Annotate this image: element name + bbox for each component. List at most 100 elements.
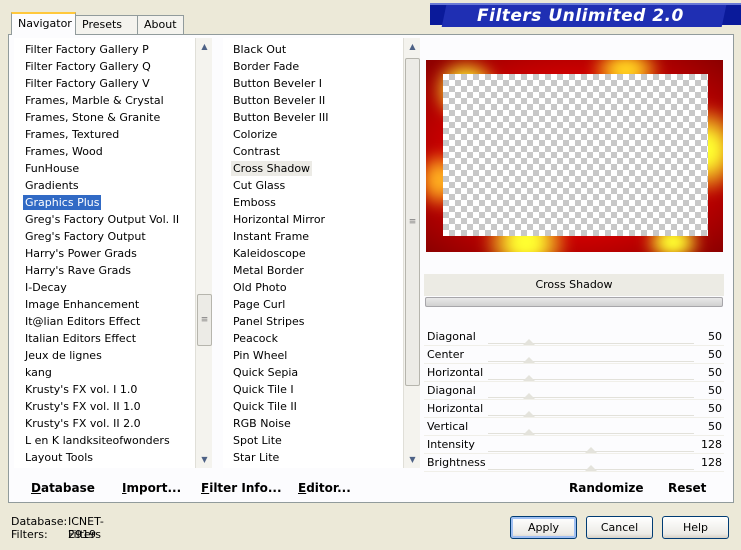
slider-track[interactable] — [488, 379, 694, 380]
apply-button[interactable]: Apply — [510, 516, 577, 539]
slider-knob[interactable] — [523, 375, 536, 381]
list-item[interactable]: Metal Border — [223, 262, 403, 279]
list-item[interactable]: Harry's Rave Grads — [14, 262, 194, 279]
scroll-up-icon[interactable]: ▲ — [197, 38, 212, 55]
list-item-label: Page Curl — [233, 298, 286, 311]
list-item[interactable]: Frames, Stone & Granite — [14, 109, 194, 126]
list-item[interactable]: Italian Editors Effect — [14, 330, 194, 347]
list-item[interactable]: Layout Tools — [14, 449, 194, 466]
slider-knob[interactable] — [523, 411, 536, 417]
list-item[interactable]: Button Beveler III — [223, 109, 403, 126]
filter-info-button[interactable]: Filter Info... — [201, 481, 282, 495]
list-item[interactable]: Greg's Factory Output — [14, 228, 194, 245]
help-button[interactable]: Help — [662, 516, 729, 539]
list-item[interactable]: Contrast — [223, 143, 403, 160]
list-item[interactable]: Black Out — [223, 41, 403, 58]
scroll-thumb[interactable]: ≡ — [405, 58, 420, 386]
filter-list[interactable]: Black Out Border Fade Button Beveler I Butt… — [223, 38, 420, 468]
slider-knob[interactable] — [585, 465, 597, 471]
list-item[interactable]: Button Beveler II — [223, 92, 403, 109]
reset-button[interactable]: Reset — [668, 481, 706, 495]
list-item[interactable]: Frames, Textured — [14, 126, 194, 143]
parameter-slider[interactable]: Diagonal 50 — [424, 382, 724, 400]
list-item[interactable]: Krusty's FX vol. I 1.0 — [14, 381, 194, 398]
list-item[interactable]: Star Lite — [223, 449, 403, 466]
list-item[interactable]: RGB Noise — [223, 415, 403, 432]
scroll-down-icon[interactable]: ▼ — [405, 451, 420, 468]
list-item[interactable]: Border Fade — [223, 58, 403, 75]
list-item[interactable]: Gradients — [14, 177, 194, 194]
slider-knob[interactable] — [585, 447, 597, 453]
category-list[interactable]: Filter Factory Gallery P Filter Factory G… — [14, 38, 212, 468]
slider-knob[interactable] — [523, 357, 536, 363]
tab-presets[interactable]: Presets — [75, 15, 138, 34]
scroll-up-icon[interactable]: ▲ — [405, 38, 420, 55]
list-item[interactable]: Filter Factory Gallery P — [14, 41, 194, 58]
cancel-button[interactable]: Cancel — [586, 516, 653, 539]
list-item[interactable]: Quick Sepia — [223, 364, 403, 381]
list-item-label: Metal Border — [233, 264, 304, 277]
slider-track[interactable] — [488, 415, 694, 416]
list-item[interactable]: Old Photo — [223, 279, 403, 296]
slider-track[interactable] — [488, 361, 694, 362]
list-item[interactable]: Horizontal Mirror — [223, 211, 403, 228]
list-item[interactable]: Frames, Wood — [14, 143, 194, 160]
list-item[interactable]: Frames, Marble & Crystal — [14, 92, 194, 109]
list-item[interactable]: Krusty's FX vol. II 2.0 — [14, 415, 194, 432]
list-item[interactable]: Button Beveler I — [223, 75, 403, 92]
list-item[interactable]: FunHouse — [14, 160, 194, 177]
category-scrollbar[interactable]: ▲ ≡ ▼ — [195, 38, 212, 468]
slider-track[interactable] — [488, 343, 694, 344]
list-item[interactable]: It@lian Editors Effect — [14, 313, 194, 330]
list-item[interactable]: Quick Tile I — [223, 381, 403, 398]
list-item[interactable]: Filter Factory Gallery Q — [14, 58, 194, 75]
import-button[interactable]: Import... — [122, 481, 181, 495]
list-item[interactable]: Cut Glass — [223, 177, 403, 194]
list-item[interactable]: Kaleidoscope — [223, 245, 403, 262]
list-item[interactable]: Harry's Power Grads — [14, 245, 194, 262]
randomize-button[interactable]: Randomize — [569, 481, 643, 495]
database-button[interactable]: Database — [31, 481, 95, 495]
parameter-slider[interactable]: Center 50 — [424, 346, 724, 364]
filter-scrollbar[interactable]: ▲ ≡ ▼ — [403, 38, 420, 468]
slider-track[interactable] — [488, 397, 694, 398]
list-item[interactable]: Page Curl — [223, 296, 403, 313]
parameter-value: 128 — [701, 438, 722, 451]
parameter-slider[interactable]: Horizontal 50 — [424, 400, 724, 418]
list-item[interactable]: Graphics Plus — [14, 194, 194, 211]
list-item-label: Panel Stripes — [233, 315, 305, 328]
scroll-down-icon[interactable]: ▼ — [197, 451, 212, 468]
scroll-thumb[interactable]: ≡ — [197, 294, 212, 346]
slider-knob[interactable] — [523, 429, 536, 435]
list-item[interactable]: Emboss — [223, 194, 403, 211]
tab-navigator[interactable]: Navigator — [11, 12, 76, 35]
parameter-slider[interactable]: Brightness 128 — [424, 454, 724, 472]
list-item[interactable]: Krusty's FX vol. II 1.0 — [14, 398, 194, 415]
slider-track[interactable] — [488, 433, 694, 434]
parameter-slider[interactable]: Vertical 50 — [424, 418, 724, 436]
list-item-label: Button Beveler I — [233, 77, 323, 90]
list-item[interactable]: I-Decay — [14, 279, 194, 296]
list-item[interactable]: Quick Tile II — [223, 398, 403, 415]
parameter-slider[interactable]: Horizontal 50 — [424, 364, 724, 382]
parameter-slider[interactable]: Diagonal 50 — [424, 328, 724, 346]
list-item-label: Graphics Plus — [23, 195, 102, 210]
list-item[interactable]: kang — [14, 364, 194, 381]
list-item[interactable]: Spot Lite — [223, 432, 403, 449]
list-item[interactable]: Peacock — [223, 330, 403, 347]
slider-knob[interactable] — [523, 339, 536, 345]
list-item[interactable]: Image Enhancement — [14, 296, 194, 313]
list-item[interactable]: Panel Stripes — [223, 313, 403, 330]
editor-button[interactable]: Editor... — [298, 481, 351, 495]
parameter-slider[interactable]: Intensity 128 — [424, 436, 724, 454]
slider-knob[interactable] — [523, 393, 536, 399]
list-item[interactable]: Instant Frame — [223, 228, 403, 245]
tab-about[interactable]: About — [137, 15, 184, 34]
list-item[interactable]: Colorize — [223, 126, 403, 143]
list-item[interactable]: Filter Factory Gallery V — [14, 75, 194, 92]
list-item[interactable]: L en K landksiteofwonders — [14, 432, 194, 449]
list-item[interactable]: Pin Wheel — [223, 347, 403, 364]
list-item[interactable]: Jeux de lignes — [14, 347, 194, 364]
list-item[interactable]: Cross Shadow — [223, 160, 403, 177]
list-item[interactable]: Greg's Factory Output Vol. II — [14, 211, 194, 228]
